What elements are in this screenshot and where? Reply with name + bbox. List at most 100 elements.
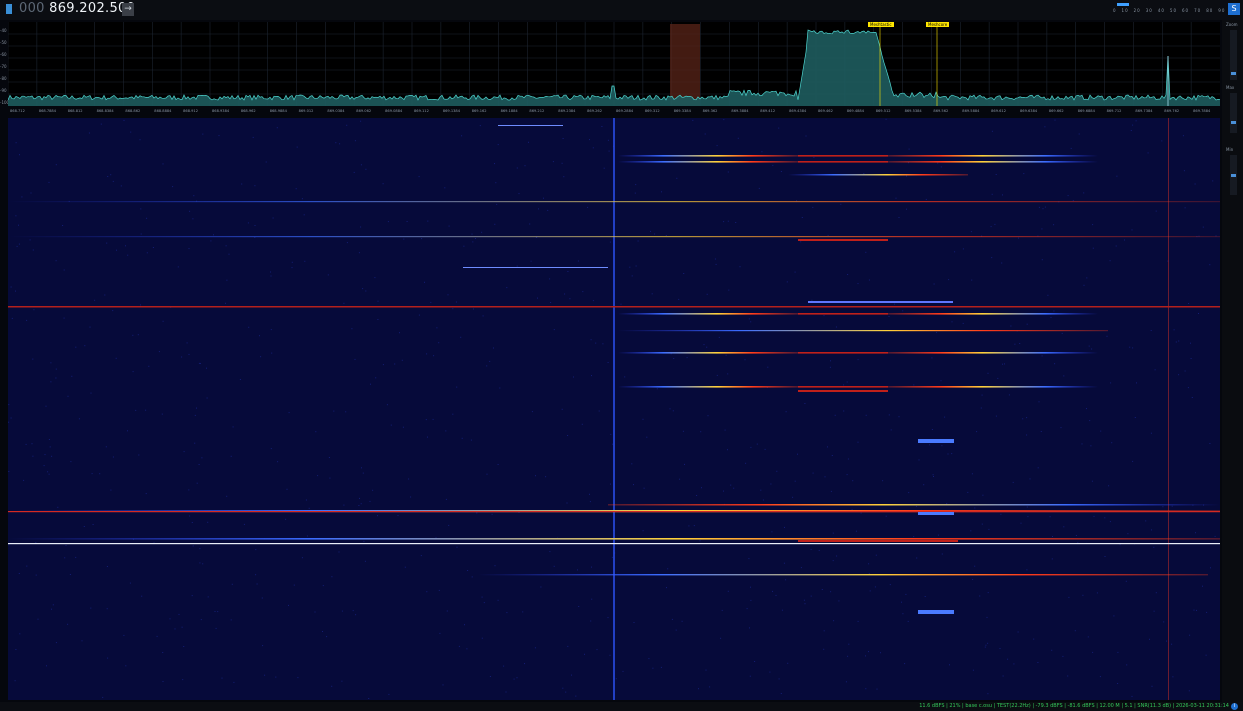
meshcore-marker-label[interactable]: Meshcore — [926, 22, 950, 27]
waterfall-signal — [798, 352, 888, 354]
scale-label: 30 — [1145, 8, 1153, 13]
waterfall-signal — [618, 313, 798, 315]
frequency-tick-label: 869.762 — [1164, 109, 1180, 113]
frequency-tick-label: 868.9884 — [269, 109, 287, 113]
waterfall-signal — [8, 236, 1220, 238]
frequency-tick-label: 869.1384 — [442, 109, 460, 113]
frequency-display[interactable]: 000 869.202.500 — [19, 1, 135, 16]
frequency-tick-label: 869.262 — [587, 109, 603, 113]
waterfall-signal — [8, 543, 1220, 545]
waterfall-signal — [8, 201, 1220, 203]
waterfall-signal — [888, 161, 1098, 163]
frequency-tick-label: 869.162 — [471, 109, 487, 113]
frequency-tick-label: 869.0884 — [385, 109, 403, 113]
frequency-tick-label: 869.2384 — [558, 109, 576, 113]
waterfall-signal — [798, 155, 888, 157]
waterfall-signal — [888, 352, 1098, 354]
go-button[interactable]: → — [122, 3, 134, 16]
y-axis-label: -60 — [0, 52, 7, 57]
waterfall-noise — [8, 118, 1217, 700]
frequency-tick-label: 869.0384 — [327, 109, 345, 113]
frequency-tick-label: 869.212 — [529, 109, 545, 113]
frequency-axis: 868.712 868.7884 868.812 868.8384 868.862 868… — [8, 108, 1220, 116]
waterfall-signal — [798, 390, 888, 392]
y-axis-label: -80 — [0, 76, 7, 81]
frequency-tick-label: 869.012 — [298, 109, 314, 113]
waterfall-signal — [618, 352, 798, 354]
scale-label: 60 — [1182, 8, 1190, 13]
waterfall-signal — [8, 306, 1220, 308]
frequency-tick-label: 869.7384 — [1135, 109, 1153, 113]
frequency-tick-label: 868.962 — [240, 109, 256, 113]
waterfall-signal — [608, 504, 1220, 506]
volume-scale-labels: 0 10 20 30 40 50 60 70 80 90 — [1113, 8, 1230, 13]
waterfall-signal — [888, 313, 1098, 315]
frequency-tick-label: 868.8384 — [96, 109, 114, 113]
frequency-tick-label: 869.362 — [702, 109, 718, 113]
info-icon[interactable]: i — [1231, 703, 1238, 710]
frequency-tick-label: 869.5884 — [962, 109, 980, 113]
frequency-tick-label: 869.4384 — [789, 109, 807, 113]
frequency-tick-label: 869.312 — [644, 109, 660, 113]
menu-icon[interactable] — [6, 4, 12, 14]
scale-label: 10 — [1121, 8, 1129, 13]
frequency-tick-label: 869.612 — [991, 109, 1007, 113]
meshtastic-marker-label[interactable]: Meshtastic — [868, 22, 894, 27]
top-bar: 000 869.202.500 → 0 10 20 30 40 50 60 70 80 90 S — [0, 0, 1243, 20]
max-slider-thumb[interactable] — [1231, 121, 1236, 124]
waterfall-signal — [618, 155, 798, 157]
frequency-tick-label: 868.862 — [125, 109, 141, 113]
y-axis-label: -50 — [0, 40, 7, 45]
waterfall-signal — [788, 174, 968, 176]
y-axis-label: -90 — [0, 88, 7, 93]
frequency-tick-label: 869.5384 — [904, 109, 922, 113]
frequency-leading-digits[interactable]: 000 — [19, 1, 45, 16]
frequency-tick-label: 869.062 — [356, 109, 372, 113]
frequency-tick-label: 869.562 — [933, 109, 949, 113]
min-slider-thumb[interactable] — [1231, 174, 1236, 177]
frequency-tick-label: 869.6884 — [1077, 109, 1095, 113]
frequency-tick-label: 869.1884 — [500, 109, 518, 113]
frequency-tick-label: 868.9384 — [212, 109, 230, 113]
waterfall-signal — [918, 610, 954, 614]
y-axis-label: -40 — [0, 28, 7, 33]
app-logo-icon[interactable]: S — [1228, 3, 1240, 15]
scale-label: 50 — [1169, 8, 1178, 13]
spectrum-y-axis: -40 -50 -60 -70 -80 -90 -100 — [0, 22, 9, 106]
waterfall-signal — [918, 512, 954, 515]
frequency-tick-label: 869.6384 — [1020, 109, 1038, 113]
waterfall-signal — [478, 574, 1208, 576]
waterfall-signal — [918, 439, 954, 443]
volume-scale-thumb[interactable] — [1117, 3, 1129, 6]
waterfall-signal — [618, 330, 1108, 332]
waterfall-vertical-line — [1168, 118, 1169, 700]
waterfall-signal — [798, 161, 888, 163]
zoom-slider-thumb[interactable] — [1231, 72, 1236, 75]
waterfall-display[interactable] — [8, 118, 1220, 700]
scale-label: 70 — [1194, 8, 1202, 13]
frequency-tick-label: 868.712 — [10, 109, 25, 113]
waterfall-signal — [498, 125, 563, 126]
frequency-tick-label: 869.7884 — [1193, 109, 1211, 113]
zoom-label: Zoom — [1226, 22, 1238, 27]
y-axis-label: -70 — [0, 64, 7, 69]
max-slider[interactable] — [1230, 93, 1237, 133]
scale-label: 80 — [1206, 8, 1214, 13]
frequency-tick-label: 869.112 — [414, 109, 429, 113]
waterfall-signal — [808, 301, 953, 303]
frequency-tick-label: 869.412 — [760, 109, 776, 113]
frequency-tick-label: 868.7884 — [38, 109, 56, 113]
frequency-tick-label: 869.712 — [1106, 109, 1122, 113]
scale-label: 20 — [1133, 8, 1141, 13]
spectrum-plot[interactable] — [8, 22, 1220, 106]
waterfall-signal — [463, 267, 608, 268]
frequency-tick-label: 869.3884 — [731, 109, 749, 113]
status-bar: 11.6 dBFS | 21% | base c.osu | TEST(22.2… — [0, 702, 1243, 711]
frequency-tick-label: 869.4884 — [846, 109, 864, 113]
volume-scale[interactable]: 0 10 20 30 40 50 60 70 80 90 — [1113, 3, 1224, 17]
frequency-tick-label: 869.2884 — [616, 109, 634, 113]
waterfall-signal — [888, 155, 1098, 157]
waterfall-signal — [798, 239, 888, 241]
frequency-tick-label: 869.3384 — [673, 109, 691, 113]
waterfall-signal — [798, 540, 958, 542]
